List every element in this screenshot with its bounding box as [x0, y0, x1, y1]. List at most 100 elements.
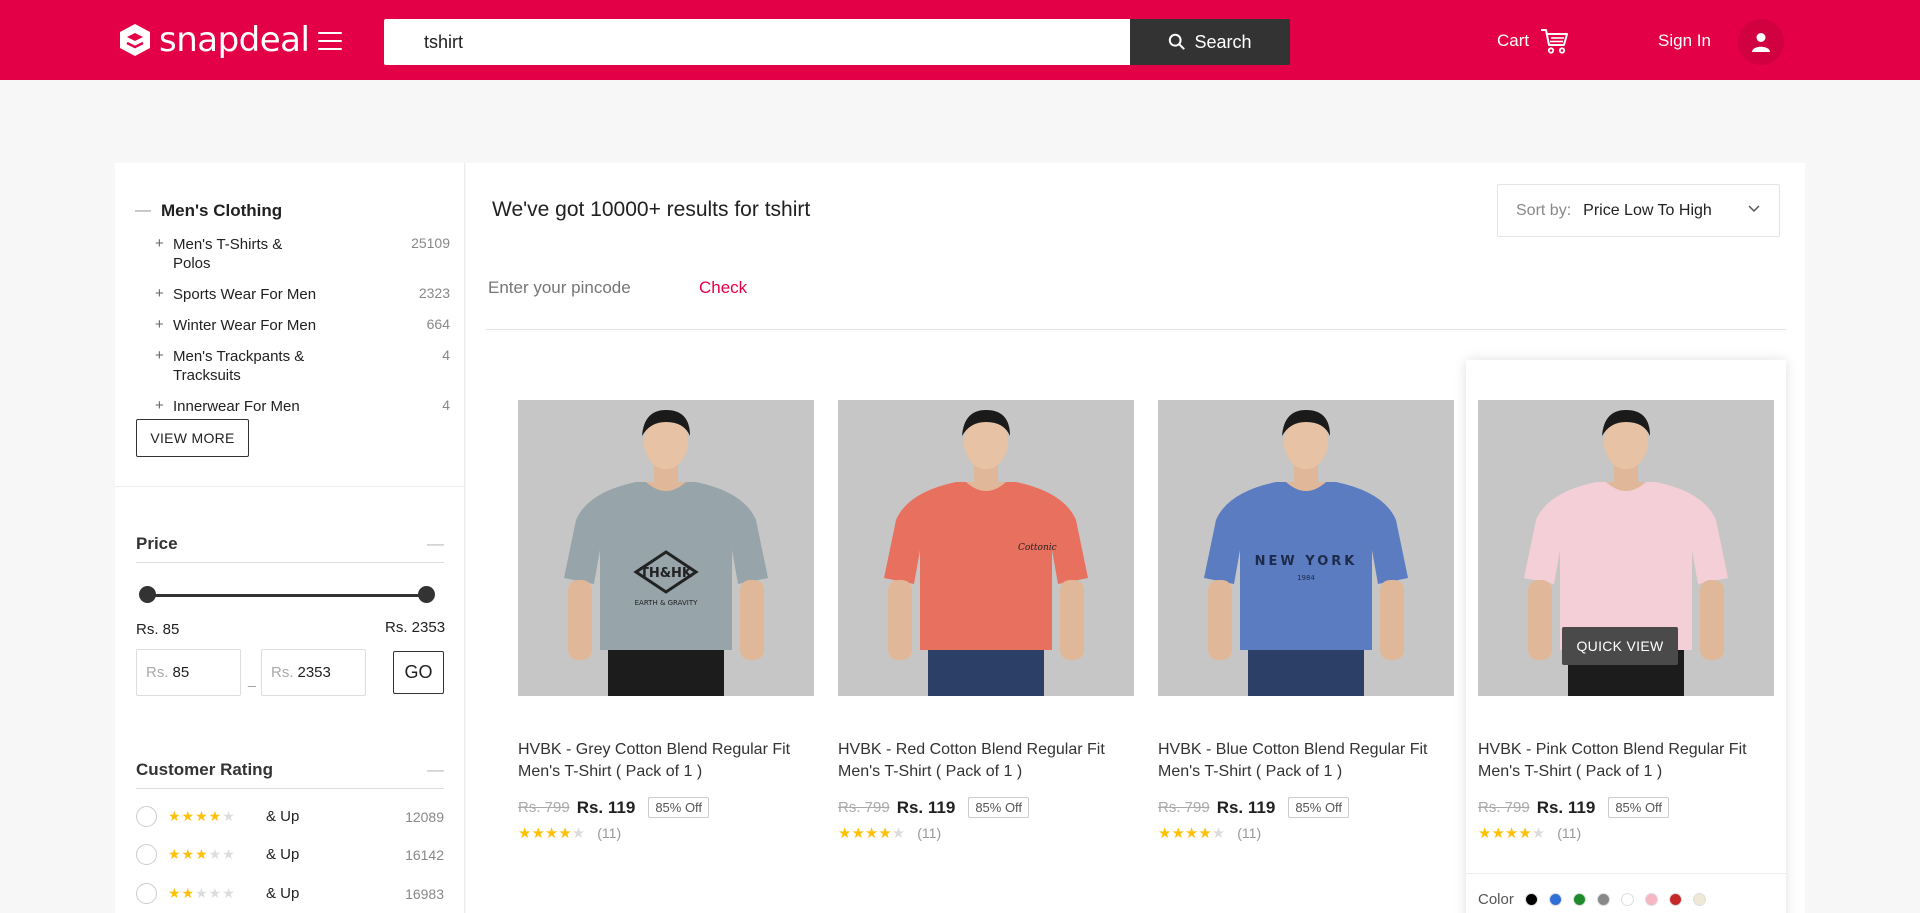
product-card[interactable]: Cottonic HVBK - Red Cotton Blend Regular… — [826, 360, 1146, 913]
category-item[interactable]: + Sports Wear For Men 2323 — [155, 285, 450, 304]
product-image[interactable]: NEW YORK 1984 — [1158, 400, 1454, 696]
product-card[interactable]: TH&HK EARTH & GRAVITY HVBK - Grey Cotton … — [506, 360, 826, 913]
view-more-button[interactable]: VIEW MORE — [136, 419, 249, 457]
color-swatch[interactable] — [1548, 893, 1562, 906]
pincode-check-link[interactable]: Check — [699, 278, 747, 298]
price-slider-min-handle[interactable] — [139, 586, 156, 603]
rating-up-label: & Up — [266, 808, 300, 825]
price-slider-track[interactable] — [147, 594, 429, 597]
product-title[interactable]: HVBK - Grey Cotton Blend Regular Fit Men… — [518, 739, 814, 783]
product-image[interactable]: TH&HK EARTH & GRAVITY — [518, 400, 814, 696]
svg-text:Cottonic: Cottonic — [1018, 543, 1057, 553]
price-max-input[interactable]: Rs. 2353 — [261, 649, 366, 696]
section-divider — [486, 329, 1786, 330]
collapse-icon: — — [427, 760, 444, 779]
product-card[interactable]: NEW YORK 1984 HVBK - Blue Cotton Blend Re… — [1146, 360, 1466, 913]
expand-icon: + — [155, 235, 164, 252]
top-header: snapdeal Search Cart Sign In — [0, 0, 1920, 80]
star-rating-icons: ★★★★★ — [168, 808, 236, 824]
product-title[interactable]: HVBK - Pink Cotton Blend Regular Fit Men… — [1478, 739, 1774, 783]
color-swatch[interactable] — [1572, 893, 1586, 906]
star-rating-icons: ★★★★★ — [168, 846, 236, 862]
snapdeal-logo[interactable]: snapdeal — [117, 20, 310, 60]
rating-option-2[interactable]: ★★★★★ & Up 16983 — [136, 883, 444, 904]
sort-label: Sort by: — [1516, 201, 1572, 219]
filter-sidebar: — Men's Clothing + Men's T-Shirts & Polos… — [115, 163, 465, 913]
product-rating: ★★★★★ (11) — [518, 824, 621, 842]
price-min-label: Rs. 85 — [136, 621, 180, 638]
price-go-button[interactable]: GO — [393, 651, 444, 694]
rating-radio[interactable] — [136, 844, 157, 865]
search-button[interactable]: Search — [1130, 19, 1290, 65]
rating-count: 12089 — [405, 808, 444, 825]
cart-label: Cart — [1497, 31, 1530, 50]
cart-button[interactable]: Cart — [1497, 26, 1569, 56]
product-card[interactable]: QUICK VIEW HVBK - Pink Cotton Blend Regu… — [1466, 360, 1786, 913]
sort-dropdown[interactable]: Sort by: Price Low To High — [1497, 184, 1780, 237]
price-slider-max-handle[interactable] — [418, 586, 435, 603]
user-avatar-button[interactable] — [1738, 19, 1784, 65]
tshirt-model-image: TH&HK EARTH & GRAVITY — [518, 400, 814, 696]
category-item[interactable]: + Men's Trackpants & Tracksuits 4 — [155, 347, 450, 385]
rating-up-label: & Up — [266, 846, 300, 863]
rating-count: 16142 — [405, 846, 444, 863]
original-price: Rs. 799 — [518, 799, 570, 816]
color-swatch[interactable] — [1620, 893, 1634, 906]
category-label: Innerwear For Men — [173, 398, 300, 415]
product-image[interactable]: Cottonic — [838, 400, 1134, 696]
color-label: Color — [1478, 891, 1514, 908]
sort-value: Price Low To High — [1583, 201, 1712, 219]
category-header[interactable]: — Men's Clothing — [135, 201, 282, 221]
category-count: 2323 — [418, 285, 450, 301]
svg-text:1984: 1984 — [1297, 574, 1315, 582]
expand-icon: + — [155, 285, 164, 302]
color-swatch[interactable] — [1524, 893, 1538, 906]
rating-count: (11) — [597, 825, 622, 841]
collapse-icon: — — [135, 202, 151, 219]
quick-view-button[interactable]: QUICK VIEW — [1562, 627, 1678, 665]
product-title[interactable]: HVBK - Red Cotton Blend Regular Fit Men'… — [838, 739, 1134, 783]
rating-option-4[interactable]: ★★★★★ & Up 12089 — [136, 806, 444, 827]
color-swatch[interactable] — [1596, 893, 1610, 906]
color-swatch[interactable] — [1668, 893, 1682, 906]
price-min-input[interactable]: Rs. 85 — [136, 649, 241, 696]
rating-filter-header[interactable]: Customer Rating — — [136, 760, 444, 789]
search-input[interactable] — [384, 19, 1131, 65]
tshirt-model-image: Cottonic — [838, 400, 1134, 696]
category-item[interactable]: + Innerwear For Men 4 — [155, 397, 450, 416]
price-filter-title: Price — [136, 534, 178, 553]
svg-text:NEW YORK: NEW YORK — [1255, 554, 1358, 569]
category-item[interactable]: + Winter Wear For Men 664 — [155, 316, 450, 335]
category-count: 664 — [426, 316, 450, 332]
svg-text:EARTH & GRAVITY: EARTH & GRAVITY — [635, 599, 698, 607]
color-swatch[interactable] — [1644, 893, 1658, 906]
collapse-icon: — — [427, 534, 444, 553]
price-row: Rs. 799 Rs. 119 85% Off — [1478, 797, 1670, 818]
price-row: Rs. 799 Rs. 119 85% Off — [518, 797, 710, 818]
star-rating-icons: ★★★★★ — [1478, 825, 1546, 842]
rating-count: (11) — [1557, 825, 1582, 841]
rating-radio[interactable] — [136, 806, 157, 827]
sale-price: Rs. 119 — [1216, 797, 1276, 817]
expand-icon: + — [155, 347, 164, 364]
color-swatch[interactable] — [1692, 893, 1706, 906]
snapdeal-logo-icon — [120, 24, 150, 56]
rating-radio[interactable] — [136, 883, 157, 904]
rating-option-3[interactable]: ★★★★★ & Up 16142 — [136, 844, 444, 865]
discount-badge: 85% Off — [1288, 797, 1350, 818]
product-rating: ★★★★★ (11) — [1158, 824, 1261, 842]
price-separator: _ — [248, 671, 256, 687]
category-item[interactable]: + Men's T-Shirts & Polos 25109 — [155, 235, 450, 273]
product-title[interactable]: HVBK - Blue Cotton Blend Regular Fit Men… — [1158, 739, 1454, 783]
original-price: Rs. 799 — [838, 799, 890, 816]
search-button-label: Search — [1194, 31, 1252, 52]
signin-link[interactable]: Sign In — [1658, 31, 1711, 51]
pincode-input[interactable] — [488, 278, 688, 298]
currency-label: Rs. — [146, 664, 169, 681]
price-filter-header[interactable]: Price — — [136, 534, 444, 563]
category-label: Men's Trackpants & Tracksuits — [173, 348, 305, 384]
user-icon — [1752, 33, 1770, 52]
sale-price: Rs. 119 — [1536, 797, 1596, 817]
sale-price: Rs. 119 — [896, 797, 956, 817]
menu-icon[interactable] — [318, 32, 342, 50]
